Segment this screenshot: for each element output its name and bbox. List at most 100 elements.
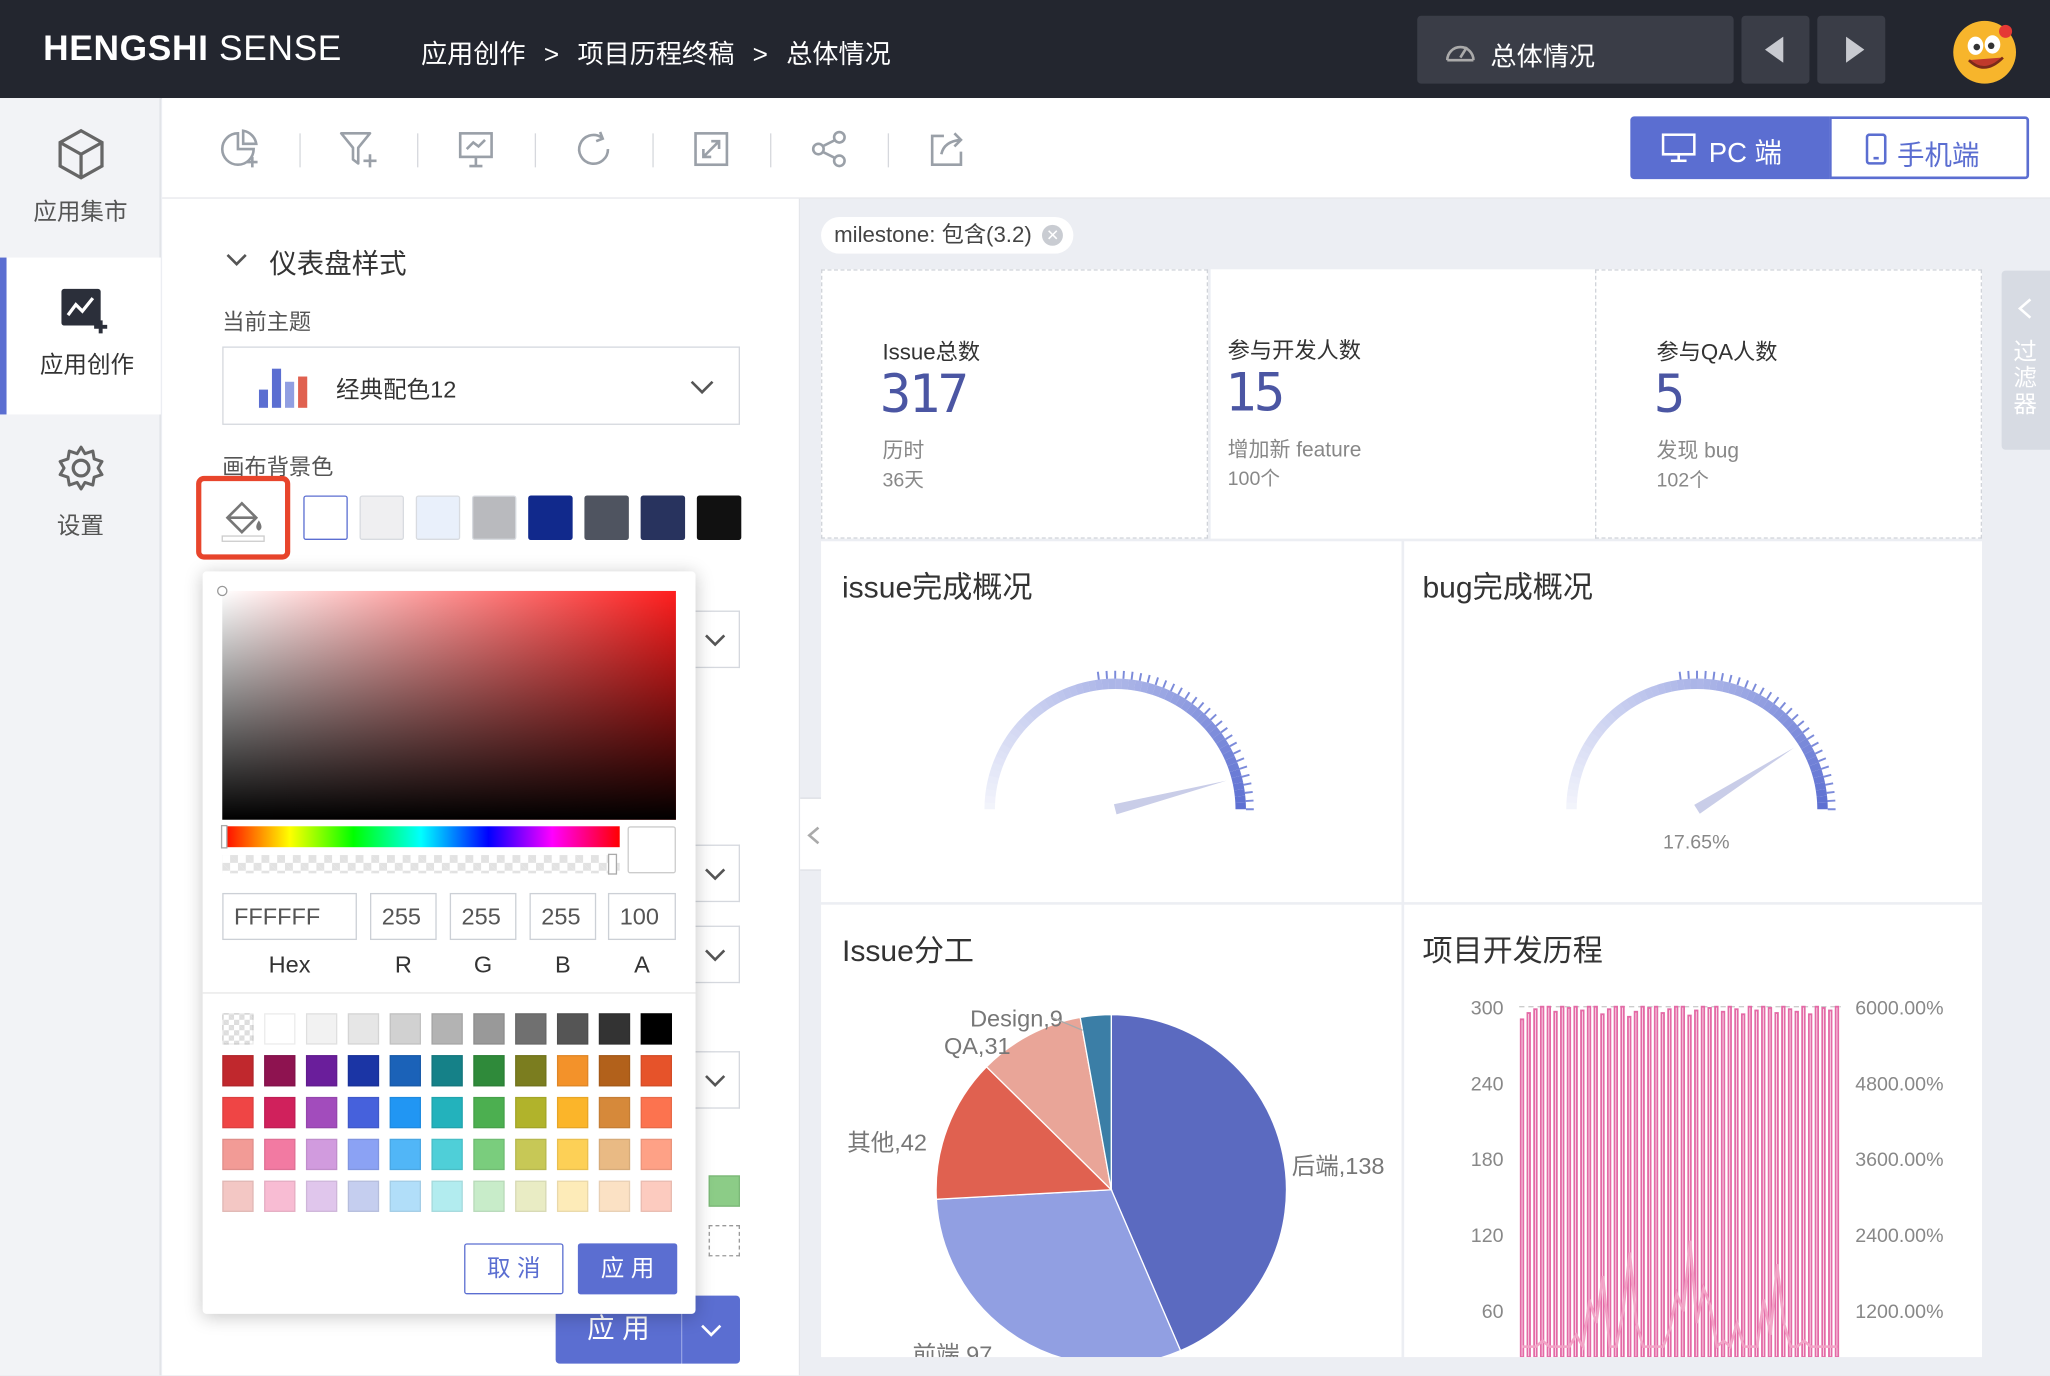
alpha-slider[interactable]: [222, 855, 620, 874]
palette-swatch[interactable]: [598, 1055, 631, 1087]
history-bar[interactable]: [1573, 1005, 1578, 1358]
palette-swatch[interactable]: [473, 1096, 505, 1129]
history-bar[interactable]: [1747, 1005, 1753, 1358]
palette-swatch[interactable]: [264, 1138, 296, 1171]
prev-page-button[interactable]: [1741, 15, 1810, 84]
palette-swatch[interactable]: [305, 1096, 338, 1129]
kpi-card[interactable]: Issue总数 317 历时 36天: [821, 269, 1209, 539]
sidebar-item-app-create[interactable]: 应用创作: [0, 257, 161, 415]
history-bar[interactable]: [1720, 1010, 1726, 1358]
breadcrumb-item-project[interactable]: 项目历程终稿: [577, 41, 734, 70]
palette-swatch[interactable]: [389, 1096, 421, 1129]
bg-swatch[interactable]: [415, 495, 461, 540]
history-bar[interactable]: [1667, 1008, 1672, 1358]
export-icon[interactable]: [926, 128, 968, 170]
palette-swatch[interactable]: [264, 1055, 296, 1087]
history-bar[interactable]: [1653, 1005, 1659, 1358]
history-bar[interactable]: [1580, 1009, 1585, 1358]
add-filter-icon[interactable]: [337, 128, 379, 170]
palette-swatch[interactable]: [431, 1096, 463, 1129]
history-bar[interactable]: [1754, 1009, 1759, 1358]
history-bar[interactable]: [1600, 1013, 1605, 1358]
empty-swatch[interactable]: [708, 1225, 740, 1257]
chart-card-issue-pie[interactable]: Issue分工 后端,138 前端,97 其他,42 QA,31 Design,9: [821, 904, 1402, 1358]
saturation-value-area[interactable]: [222, 590, 676, 820]
b-input[interactable]: [529, 892, 597, 941]
sidebar-item-settings[interactable]: 设置: [0, 418, 161, 575]
palette-swatch[interactable]: [556, 1138, 589, 1171]
history-bar[interactable]: [1700, 1005, 1706, 1358]
chart-card-dev-history[interactable]: 项目开发历程 300 240 180 120 60 6000.00% 4800.00% 360…: [1404, 904, 1983, 1358]
history-bar[interactable]: [1801, 1005, 1806, 1358]
hue-slider[interactable]: [222, 826, 620, 848]
hue-handle[interactable]: [220, 824, 228, 849]
palette-swatch[interactable]: [222, 1055, 254, 1087]
r-input[interactable]: [369, 892, 437, 941]
bg-swatch[interactable]: [528, 495, 573, 540]
bg-swatch[interactable]: [303, 495, 348, 540]
hidden-select[interactable]: [695, 610, 740, 669]
mobile-view-button[interactable]: 手机端: [1829, 116, 2030, 180]
next-page-button[interactable]: [1817, 15, 1886, 84]
history-bar[interactable]: [1727, 1005, 1732, 1358]
history-bar[interactable]: [1606, 1008, 1612, 1358]
palette-swatch[interactable]: [556, 1096, 589, 1129]
picker-cancel-button[interactable]: 取 消: [464, 1243, 564, 1295]
history-bar[interactable]: [1821, 1007, 1826, 1358]
palette-swatch[interactable]: [515, 1055, 547, 1087]
chart-card-bug-gauge[interactable]: bug完成概况 17.65%: [1404, 541, 1983, 903]
history-bar[interactable]: [1613, 1005, 1619, 1358]
presentation-icon[interactable]: [455, 128, 497, 170]
history-bar[interactable]: [1814, 1005, 1820, 1358]
palette-swatch[interactable]: [264, 1013, 296, 1045]
palette-swatch[interactable]: [389, 1180, 421, 1212]
hidden-select[interactable]: [695, 1051, 740, 1109]
history-bar[interactable]: [1546, 1005, 1552, 1358]
history-bar[interactable]: [1740, 1013, 1746, 1358]
section-title[interactable]: 仪表盘样式: [269, 243, 406, 282]
palette-swatch[interactable]: [347, 1138, 380, 1171]
palette-swatch[interactable]: [598, 1096, 631, 1129]
history-bar[interactable]: [1533, 1008, 1538, 1358]
hidden-select[interactable]: [695, 844, 740, 903]
history-bar[interactable]: [1566, 1007, 1572, 1358]
palette-swatch[interactable]: [515, 1096, 547, 1129]
palette-swatch[interactable]: [222, 1180, 254, 1212]
palette-swatch[interactable]: [598, 1138, 631, 1171]
hex-input[interactable]: [222, 892, 357, 941]
filter-tag[interactable]: milestone: 包含(3.2) ✕: [821, 217, 1074, 254]
pc-view-button[interactable]: PC 端: [1630, 116, 1830, 180]
bg-swatch[interactable]: [584, 495, 629, 540]
bg-swatch[interactable]: [471, 495, 517, 540]
history-bar[interactable]: [1834, 1005, 1840, 1358]
palette-swatch[interactable]: [640, 1055, 673, 1087]
palette-swatch[interactable]: [473, 1013, 505, 1045]
kpi-card[interactable]: 参与开发人数 15 增加新 feature 100个: [1210, 269, 1596, 539]
palette-swatch[interactable]: [305, 1013, 338, 1045]
palette-swatch[interactable]: [431, 1013, 463, 1045]
palette-swatch[interactable]: [556, 1013, 589, 1045]
kpi-card[interactable]: 参与QA人数 5 发现 bug 102个: [1595, 269, 1983, 539]
history-bar[interactable]: [1774, 1012, 1779, 1358]
palette-swatch[interactable]: [598, 1180, 631, 1212]
alpha-handle[interactable]: [607, 853, 618, 875]
theme-select[interactable]: 经典配色12: [222, 346, 740, 425]
picker-apply-button[interactable]: 应 用: [577, 1243, 678, 1295]
green-swatch[interactable]: [708, 1175, 740, 1207]
breadcrumb-item-app-create[interactable]: 应用创作: [421, 41, 526, 70]
history-bar[interactable]: [1519, 1018, 1525, 1358]
history-bar[interactable]: [1640, 1005, 1645, 1358]
user-avatar[interactable]: [1953, 20, 2017, 84]
palette-swatch[interactable]: [640, 1096, 673, 1129]
add-chart-icon[interactable]: [220, 128, 262, 170]
bg-swatch[interactable]: [696, 495, 742, 540]
share-icon[interactable]: [808, 128, 850, 170]
refresh-icon[interactable]: [573, 128, 615, 170]
history-bar[interactable]: [1687, 1014, 1692, 1358]
palette-swatch[interactable]: [347, 1055, 380, 1087]
history-bar[interactable]: [1794, 1010, 1799, 1358]
palette-swatch[interactable]: [556, 1055, 589, 1087]
a-input[interactable]: [607, 892, 676, 941]
palette-swatch[interactable]: [556, 1180, 589, 1212]
palette-swatch[interactable]: [222, 1096, 254, 1129]
